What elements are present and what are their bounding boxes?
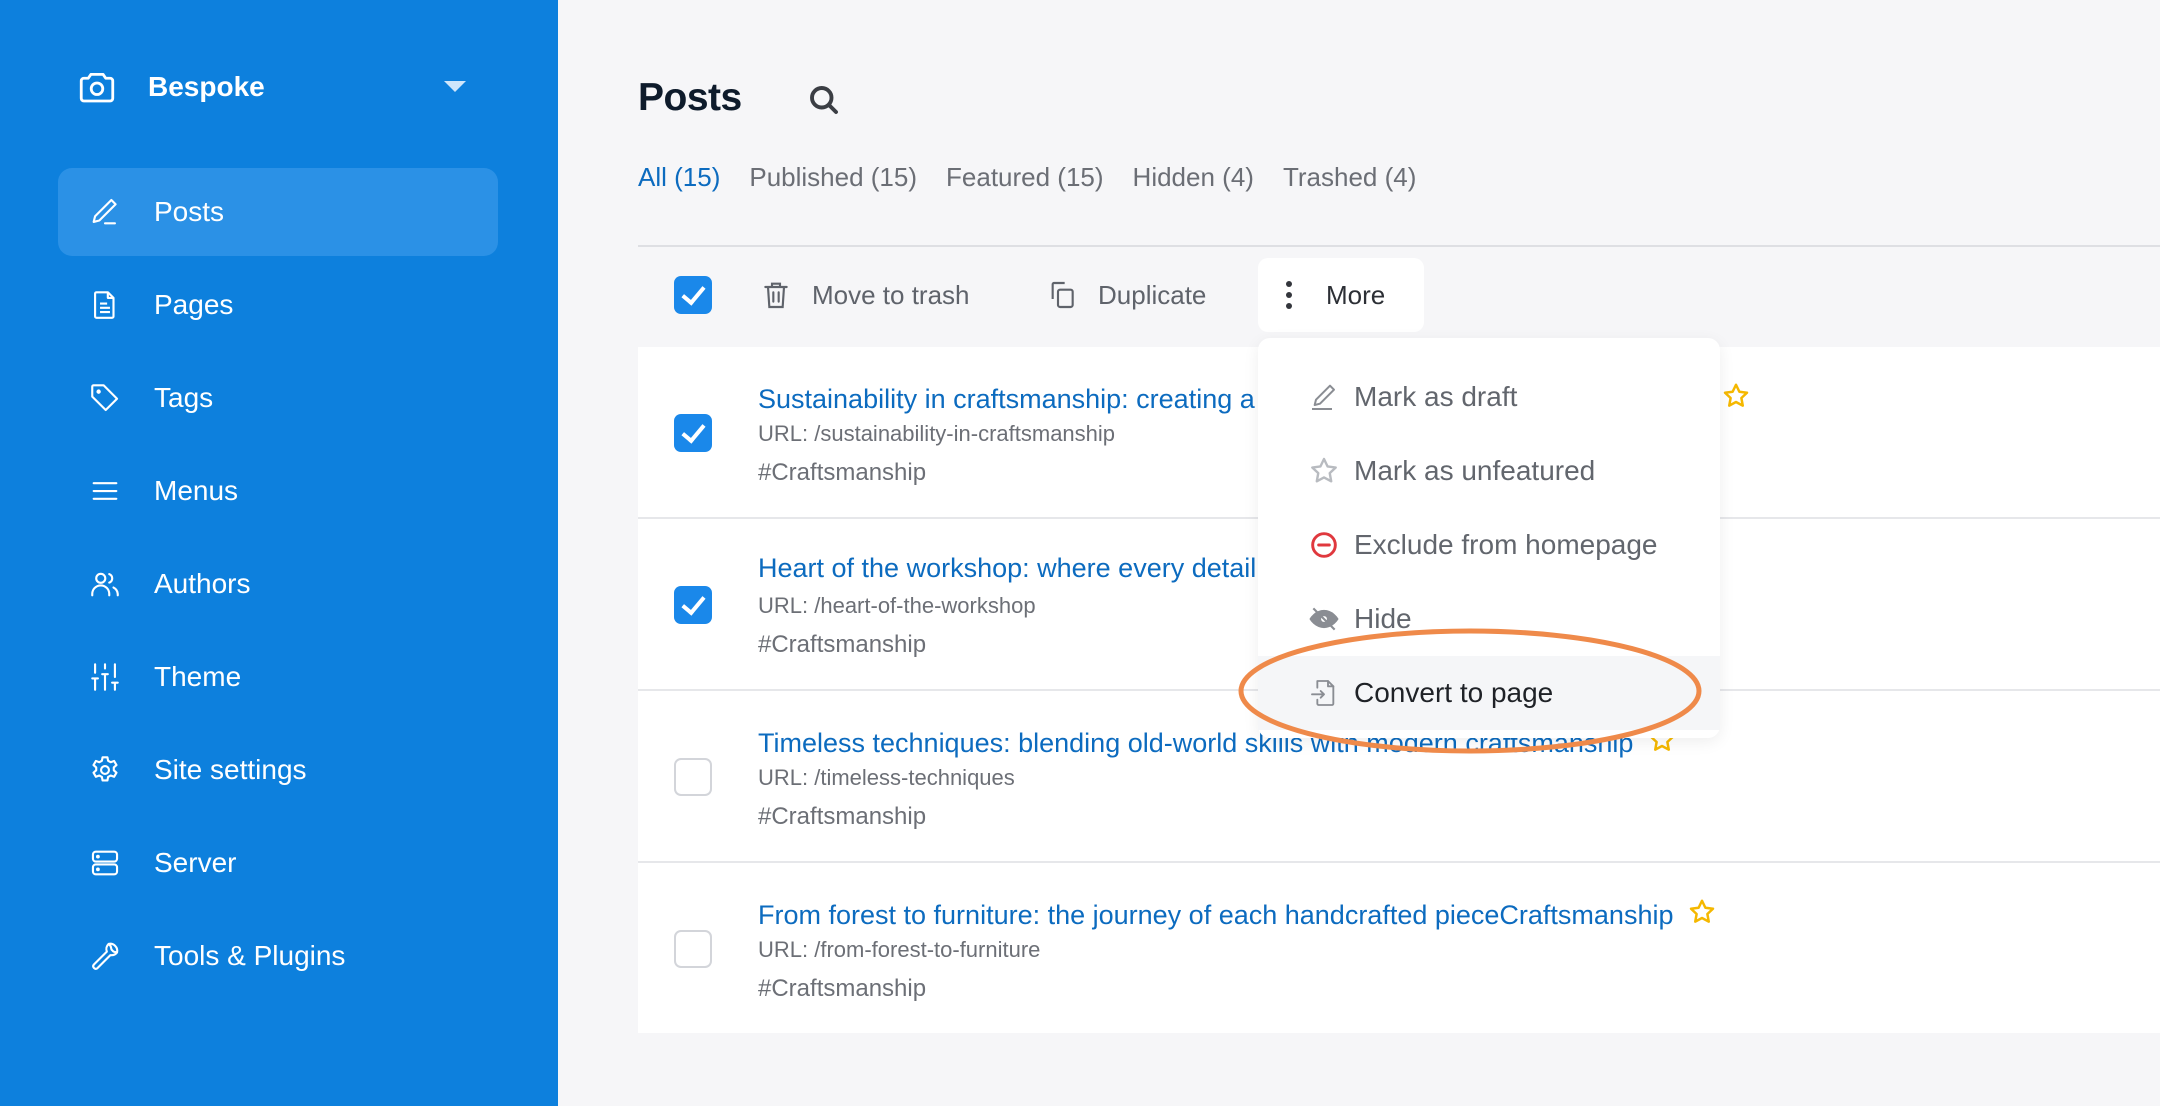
sliders-icon <box>91 663 119 691</box>
bulk-actions-toolbar: Move to trash Duplicate More <box>638 258 2160 332</box>
eye-slash-icon <box>1309 607 1339 631</box>
pencil-icon <box>92 198 117 225</box>
filter-tabs: All (15) Published (15) Featured (15) Hi… <box>638 162 1416 193</box>
pencil-icon <box>1312 384 1335 410</box>
post-tag[interactable]: #Craftsmanship <box>758 631 926 659</box>
menu-item-label: Convert to page <box>1354 677 1554 708</box>
post-url: URL: /from-forest-to-furniture <box>758 937 1041 962</box>
camera-icon <box>79 73 115 103</box>
menu-item-label: Hide <box>1354 603 1412 634</box>
tab-published[interactable]: Published (15) <box>749 162 917 193</box>
menu-item-convert-to-page[interactable]: Convert to page <box>1258 656 1720 730</box>
move-to-trash-label: Move to trash <box>812 279 970 310</box>
post-title-link[interactable]: From forest to furniture: the journey of… <box>758 897 1717 931</box>
tab-all[interactable]: All (15) <box>638 162 720 193</box>
wrench-icon <box>92 942 119 970</box>
sidebar-item-label: Tags <box>154 382 214 413</box>
sidebar-item-server[interactable]: Server <box>58 819 498 907</box>
menu-item-label: Exclude from homepage <box>1354 529 1658 560</box>
row-checkbox[interactable] <box>674 586 712 624</box>
more-label: More <box>1326 279 1386 310</box>
row-checkbox[interactable] <box>674 758 712 796</box>
post-tag[interactable]: #Craftsmanship <box>758 975 926 1003</box>
duplicate-icon <box>1051 281 1074 309</box>
tab-hidden[interactable]: Hidden (4) <box>1133 162 1254 193</box>
sidebar-item-tags[interactable]: Tags <box>58 354 498 442</box>
sidebar-item-label: Site settings <box>154 754 307 785</box>
sidebar-item-label: Tools & Plugins <box>154 940 346 971</box>
sidebar-item-label: Pages <box>154 289 234 320</box>
sidebar-item-pages[interactable]: Pages <box>58 261 498 349</box>
star-icon <box>1723 383 1748 407</box>
duplicate-button[interactable]: Duplicate <box>1046 258 1206 332</box>
sidebar-item-menus[interactable]: Menus <box>58 447 498 535</box>
sidebar-item-label: Server <box>154 847 237 878</box>
post-url: URL: /sustainability-in-craftsmanship <box>758 421 1116 446</box>
post-title-text: From forest to furniture: the journey of… <box>758 900 1674 930</box>
sidebar-item-site-settings[interactable]: Site settings <box>58 726 498 814</box>
post-tag[interactable]: #Craftsmanship <box>758 459 926 487</box>
divider <box>638 245 2160 247</box>
users-icon <box>91 572 119 597</box>
star-outline-icon <box>1311 457 1337 483</box>
menu-lines-icon <box>92 482 118 500</box>
sidebar: Bespoke Posts Pages Tags Menus Authors T… <box>0 0 558 1106</box>
menu-item-exclude-from-homepage[interactable]: Exclude from homepage <box>1258 508 1720 582</box>
post-url: URL: /heart-of-the-workshop <box>758 593 1036 618</box>
sidebar-item-label: Theme <box>154 661 242 692</box>
more-dropdown-menu: Mark as draft Mark as unfeatured Exclude… <box>1258 338 1720 738</box>
sidebar-item-tools-plugins[interactable]: Tools & Plugins <box>58 912 498 1000</box>
tab-trashed[interactable]: Trashed (4) <box>1283 162 1416 193</box>
site-name: Bespoke <box>148 71 265 102</box>
post-url: URL: /timeless-techniques <box>758 765 1015 790</box>
select-all-checkbox[interactable] <box>674 276 712 314</box>
sidebar-item-posts[interactable]: Posts <box>58 168 498 256</box>
post-row: From forest to furniture: the journey of… <box>638 863 2160 1035</box>
star-icon <box>1690 899 1715 923</box>
row-checkbox[interactable] <box>674 930 712 968</box>
caret-down-icon <box>444 81 466 92</box>
menu-item-mark-as-unfeatured[interactable]: Mark as unfeatured <box>1258 434 1720 508</box>
search-icon <box>810 86 838 114</box>
document-icon <box>94 291 115 319</box>
server-icon <box>91 850 119 876</box>
page-title: Posts <box>638 76 742 119</box>
sidebar-item-label: Menus <box>154 475 239 506</box>
gear-icon <box>92 756 118 782</box>
file-import-icon <box>1311 680 1335 706</box>
vertical-dots-icon <box>1286 281 1292 309</box>
post-tag[interactable]: #Craftsmanship <box>758 803 926 831</box>
tab-featured[interactable]: Featured (15) <box>946 162 1104 193</box>
sidebar-nav: Posts Pages Tags Menus Authors Theme Sit… <box>58 168 498 1005</box>
site-switcher[interactable]: Bespoke <box>76 60 486 114</box>
move-to-trash-button[interactable]: Move to trash <box>760 258 970 332</box>
more-button[interactable]: More <box>1258 258 1424 332</box>
minus-circle-icon <box>1311 532 1337 558</box>
menu-item-hide[interactable]: Hide <box>1258 582 1720 656</box>
menu-item-mark-as-draft[interactable]: Mark as draft <box>1258 360 1720 434</box>
sidebar-item-theme[interactable]: Theme <box>58 633 498 721</box>
sidebar-item-label: Authors <box>154 568 251 599</box>
duplicate-label: Duplicate <box>1098 279 1207 310</box>
sidebar-item-label: Posts <box>154 196 225 227</box>
row-checkbox[interactable] <box>674 414 712 452</box>
search-button[interactable] <box>806 82 842 118</box>
trash-icon <box>764 282 788 309</box>
sidebar-item-authors[interactable]: Authors <box>58 540 498 628</box>
tag-icon <box>91 384 119 412</box>
menu-item-label: Mark as unfeatured <box>1354 455 1596 486</box>
menu-item-label: Mark as draft <box>1354 381 1518 412</box>
